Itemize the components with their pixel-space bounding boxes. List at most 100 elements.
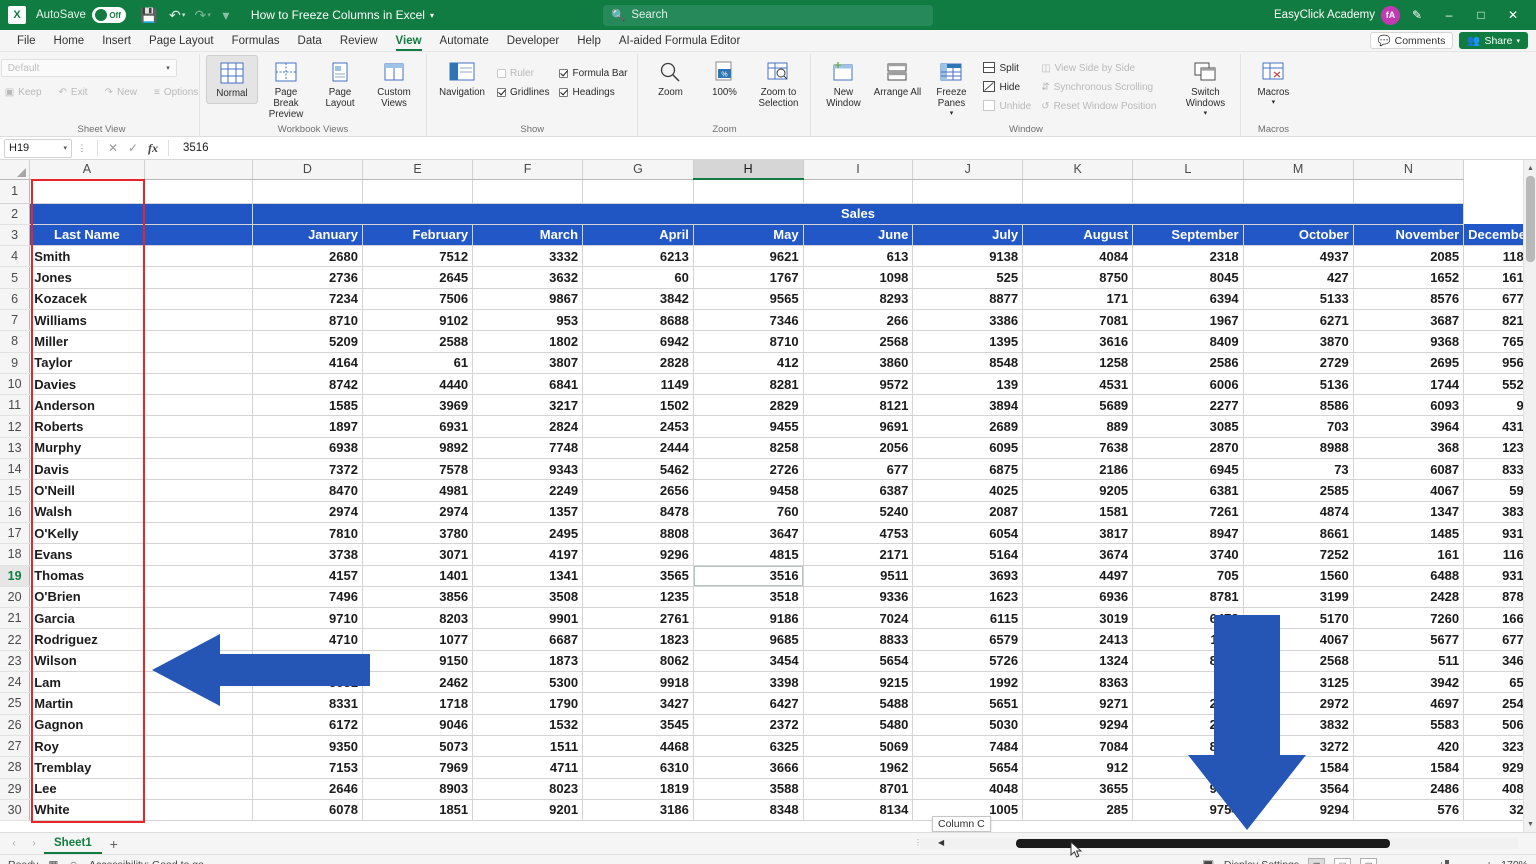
grid-cell[interactable]: 2695 — [1353, 352, 1465, 374]
grid-cell[interactable]: 4711 — [472, 756, 584, 779]
cell-last-name[interactable]: Tremblay — [29, 756, 145, 779]
macros-chevron-icon[interactable]: ▾ — [1272, 99, 1276, 107]
grid-cell[interactable]: 2012 — [1132, 714, 1244, 736]
grid-cell[interactable]: 8068 — [1132, 735, 1244, 758]
grid-cell[interactable]: 6325 — [693, 735, 804, 758]
new-window-button[interactable]: New Window — [817, 55, 869, 113]
grid-cell[interactable]: 7234 — [252, 288, 363, 310]
grid-cell[interactable]: 2277 — [1132, 394, 1244, 417]
row-header-8[interactable]: 8 — [0, 330, 31, 353]
grid-cell[interactable]: 4067 — [1353, 479, 1465, 502]
grid-cell[interactable]: 7512 — [362, 245, 474, 268]
grid-cell[interactable]: 8478 — [582, 501, 694, 523]
cell-last-name[interactable]: Smith — [29, 245, 145, 268]
header-cell-june[interactable]: June — [803, 224, 914, 247]
grid-cell[interactable]: 2829 — [693, 394, 804, 417]
grid-cell[interactable]: 6172 — [252, 714, 363, 736]
grid-cell[interactable] — [144, 479, 253, 502]
grid-cell[interactable]: 912 — [1022, 756, 1134, 779]
grid-cell[interactable]: 1098 — [803, 266, 914, 289]
grid-cell[interactable] — [144, 245, 253, 268]
save-icon[interactable]: 💾 — [136, 3, 162, 27]
grid-cell[interactable]: 1623 — [912, 586, 1024, 609]
grid-cell[interactable]: 3386 — [912, 309, 1024, 332]
sheet-view-select[interactable]: Default ▾ — [0, 59, 177, 77]
grid-cell[interactable]: 718 — [1132, 671, 1244, 694]
close-button[interactable]: ✕ — [1498, 1, 1528, 29]
grid-cell[interactable]: 4815 — [693, 543, 804, 566]
zoom-out-button[interactable]: – — [1386, 859, 1392, 864]
grid-cell[interactable]: 2656 — [582, 479, 694, 502]
row-header-20[interactable]: 20 — [0, 586, 31, 609]
vertical-scrollbar[interactable]: ▲ ▼ — [1523, 160, 1536, 832]
grid-cell[interactable]: 2585 — [1243, 479, 1354, 502]
row-header-1[interactable]: 1 — [0, 179, 31, 204]
hide-button[interactable]: Hide — [979, 79, 1035, 96]
grid-cell[interactable]: 3508 — [472, 586, 584, 609]
grid-cell[interactable]: 8258 — [693, 437, 804, 460]
grid-cell[interactable]: 6875 — [912, 458, 1024, 481]
row-header-25[interactable]: 25 — [0, 692, 31, 715]
grid-cell[interactable]: 2870 — [1132, 437, 1244, 460]
chevron-down-icon[interactable]: ▾ — [63, 144, 67, 152]
zoom-level[interactable]: 170% — [1501, 859, 1528, 864]
grid-cell[interactable]: 1897 — [252, 415, 363, 438]
grid-cell[interactable]: 1790 — [472, 692, 584, 715]
cell-last-name[interactable]: Williams — [29, 309, 145, 332]
cell-last-name[interactable]: O'Brien — [29, 586, 145, 609]
cell-last-name[interactable]: Martin — [29, 692, 145, 715]
grid-cell[interactable]: 1851 — [362, 799, 474, 822]
grid-cell[interactable]: 6427 — [693, 692, 804, 715]
grid-cell[interactable]: 6931 — [362, 415, 474, 438]
grid-cell[interactable]: 3217 — [472, 394, 584, 417]
grid-cell[interactable]: 4048 — [912, 778, 1024, 800]
grid-cell[interactable]: 5462 — [582, 458, 694, 481]
custom-views-button[interactable]: Custom Views — [368, 55, 420, 113]
row-header-4[interactable]: 4 — [0, 245, 31, 268]
grid-cell[interactable]: 4981 — [362, 479, 474, 502]
header-cell-august[interactable]: August — [1022, 224, 1134, 247]
grid-cell[interactable]: 2761 — [582, 607, 694, 630]
header-cell-september[interactable]: September — [1132, 224, 1244, 247]
grid-cell[interactable]: 6687 — [472, 628, 584, 651]
grid-cell[interactable]: 3647 — [693, 522, 804, 545]
grid-cell[interactable] — [144, 501, 253, 523]
cell-last-name[interactable]: Roy — [29, 735, 145, 758]
row-header-6[interactable]: 6 — [0, 288, 31, 310]
grid-cell[interactable]: 4531 — [1022, 373, 1134, 396]
grid-cell[interactable] — [144, 628, 253, 651]
grid-cell[interactable]: 2974 — [362, 501, 474, 523]
grid-cell[interactable]: 5240 — [803, 501, 914, 523]
grid-cell[interactable]: 5069 — [803, 735, 914, 758]
grid-cell[interactable]: 5209 — [252, 330, 363, 353]
row-header-24[interactable]: 24 — [0, 671, 31, 694]
grid-cell[interactable]: 4937 — [1243, 245, 1354, 268]
row-header-14[interactable]: 14 — [0, 458, 31, 481]
grid-cell[interactable]: 4874 — [1243, 501, 1354, 523]
avatar[interactable]: fA — [1381, 5, 1400, 25]
grid-cell[interactable]: 4084 — [1022, 245, 1134, 268]
grid-cell[interactable]: 9201 — [472, 799, 584, 822]
grid-cell[interactable]: 9646 — [1132, 778, 1244, 800]
column-header-M[interactable]: M — [1243, 160, 1354, 180]
grid-cell[interactable]: 2646 — [252, 778, 363, 800]
arrange-all-button[interactable]: Arrange All — [871, 55, 923, 102]
display-settings-icon[interactable]: 🖥 — [1202, 859, 1215, 864]
grid-cell[interactable]: 9138 — [912, 245, 1024, 268]
grid-cell[interactable]: 9455 — [693, 415, 804, 438]
header-cell-november[interactable]: November — [1353, 224, 1465, 247]
grid-cell[interactable]: 1967 — [1132, 309, 1244, 332]
grid-cell[interactable]: 3740 — [1132, 543, 1244, 566]
column-header-E[interactable]: E — [362, 160, 474, 180]
grid-cell[interactable]: 2444 — [582, 437, 694, 460]
grid-cell[interactable]: 6841 — [472, 373, 584, 396]
grid-cell[interactable] — [29, 203, 145, 225]
grid-cell[interactable]: 1532 — [472, 714, 584, 736]
column-header-A[interactable]: A — [29, 160, 145, 180]
tab-review[interactable]: Review — [331, 30, 387, 52]
freeze-panes-button[interactable]: Freeze Panes ▾ — [925, 55, 977, 121]
grid-cell[interactable]: 5726 — [912, 650, 1024, 673]
grid-cell[interactable]: 1401 — [362, 565, 474, 587]
grid-cell[interactable]: 1347 — [1353, 501, 1465, 523]
pen-icon[interactable]: ✎ — [1402, 1, 1432, 29]
